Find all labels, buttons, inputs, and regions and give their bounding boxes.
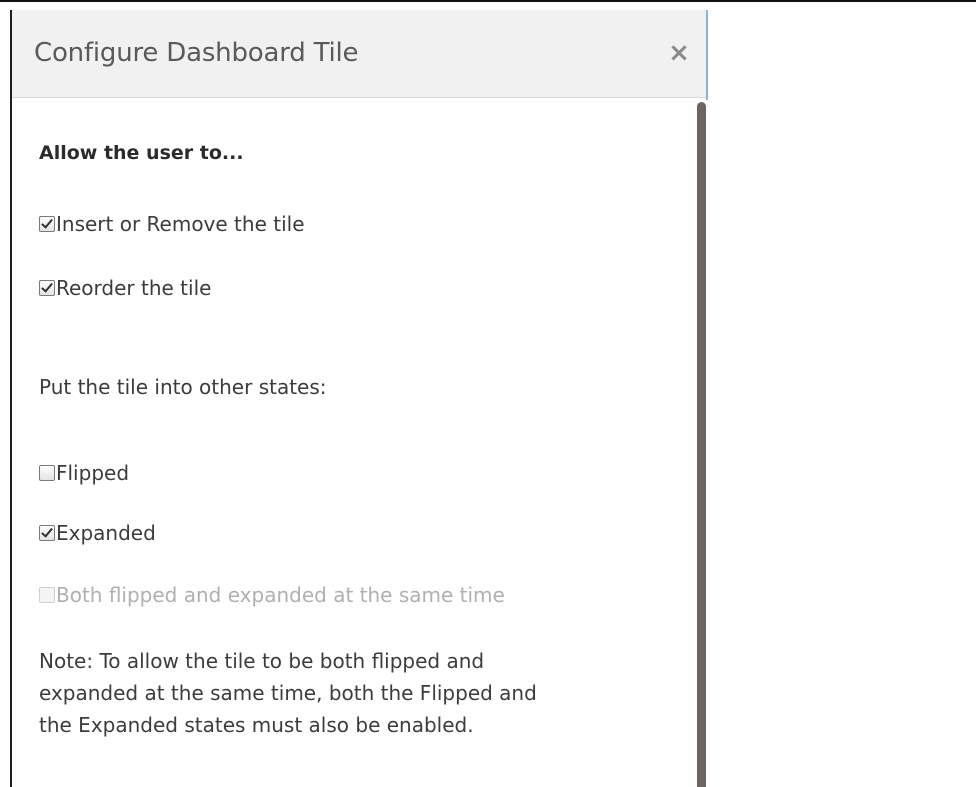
flipped-label: Flipped <box>56 461 130 485</box>
option-both: Both flipped and expanded at the same ti… <box>39 582 505 608</box>
note-line: expanded at the same time, both the Flip… <box>39 681 537 705</box>
dialog-header: Configure Dashboard Tile × <box>12 10 708 98</box>
note-line: Note: To allow the tile to be both flipp… <box>39 649 485 673</box>
scrollbar-thumb[interactable] <box>697 102 706 787</box>
states-heading: Put the tile into other states: <box>39 375 327 399</box>
configure-tile-dialog: Configure Dashboard Tile × Allow the use… <box>10 10 708 787</box>
reorder-checkbox[interactable] <box>39 280 55 296</box>
note-line: the Expanded states must also be enabled… <box>39 713 474 737</box>
close-icon[interactable]: × <box>664 38 694 68</box>
dialog-edge <box>706 10 708 100</box>
both-label: Both flipped and expanded at the same ti… <box>56 583 505 607</box>
insert-remove-checkbox[interactable] <box>39 216 55 232</box>
scrollbar[interactable] <box>695 98 708 787</box>
note-text: Note: To allow the tile to be both flipp… <box>39 645 679 741</box>
insert-remove-label: Insert or Remove the tile <box>56 212 305 236</box>
dialog-body: Allow the user to... Insert or Remove th… <box>12 98 708 787</box>
allow-user-heading: Allow the user to... <box>39 142 244 164</box>
option-expanded[interactable]: Expanded <box>39 520 156 546</box>
option-flipped[interactable]: Flipped <box>39 460 129 486</box>
both-checkbox <box>39 587 55 603</box>
expanded-checkbox[interactable] <box>39 525 55 541</box>
flipped-checkbox[interactable] <box>39 465 55 481</box>
reorder-label: Reorder the tile <box>56 276 212 300</box>
expanded-label: Expanded <box>56 521 156 545</box>
dialog-title: Configure Dashboard Tile <box>34 38 359 68</box>
option-insert-remove[interactable]: Insert or Remove the tile <box>39 211 305 237</box>
option-reorder[interactable]: Reorder the tile <box>39 275 211 301</box>
top-border <box>0 0 976 2</box>
